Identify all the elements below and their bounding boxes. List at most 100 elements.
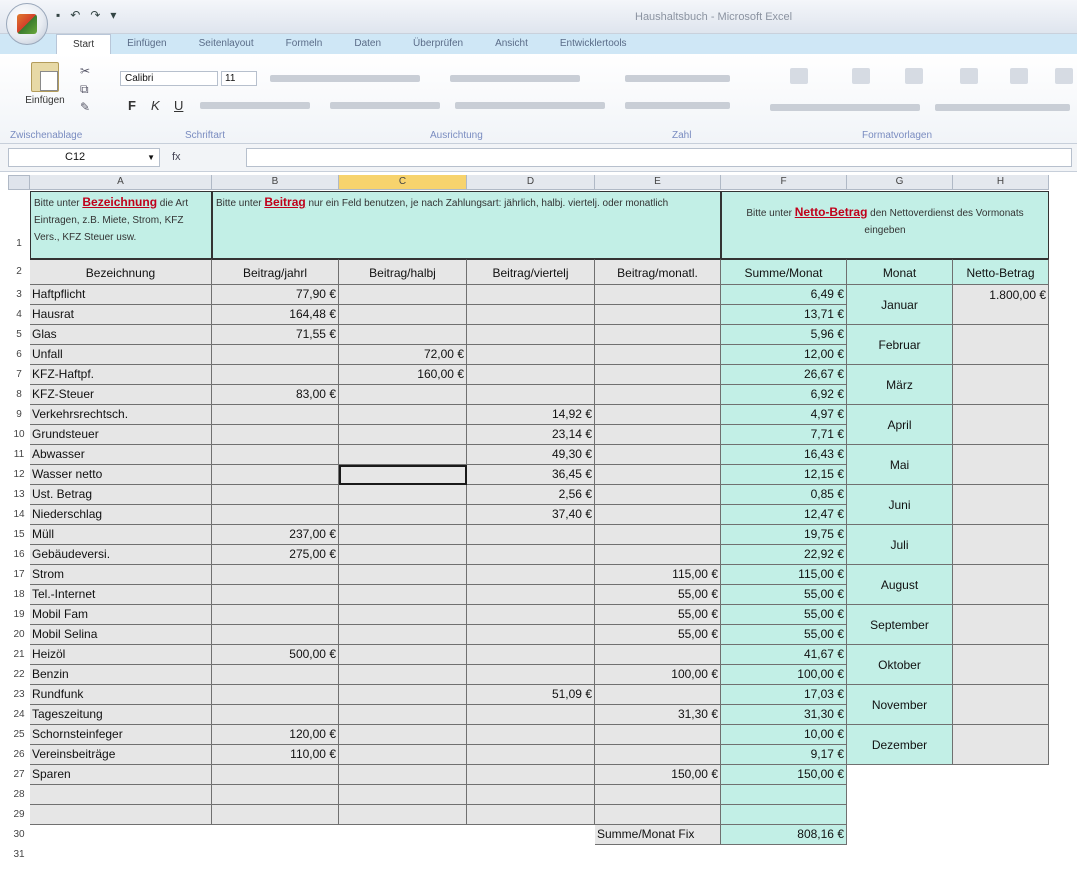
- month-12[interactable]: Dezember: [847, 725, 953, 765]
- month-6[interactable]: Juni: [847, 485, 953, 525]
- cell-b23[interactable]: [212, 685, 339, 705]
- netto-8[interactable]: [953, 565, 1049, 605]
- row-header-4[interactable]: 4: [8, 305, 30, 325]
- cell-c4[interactable]: [339, 305, 467, 325]
- cell-d21[interactable]: [467, 645, 595, 665]
- cell-a19[interactable]: Mobil Fam: [30, 605, 212, 625]
- cell-a18[interactable]: Tel.-Internet: [30, 585, 212, 605]
- cell-c18[interactable]: [339, 585, 467, 605]
- cell-a3[interactable]: Haftpflicht: [30, 285, 212, 305]
- tab-einfuegen[interactable]: Einfügen: [111, 34, 182, 54]
- formula-input[interactable]: [246, 148, 1072, 167]
- row-header-26[interactable]: 26: [8, 745, 30, 765]
- tab-entwicklertools[interactable]: Entwicklertools: [544, 34, 643, 54]
- row-header-29[interactable]: 29: [8, 805, 30, 825]
- column-header-f[interactable]: F: [721, 175, 847, 190]
- cell-e28[interactable]: [595, 785, 721, 805]
- header-b[interactable]: Beitrag/jahrl: [212, 259, 339, 285]
- row-header-31[interactable]: 31: [8, 845, 30, 865]
- cell-d5[interactable]: [467, 325, 595, 345]
- cell-f23[interactable]: 17,03 €: [721, 685, 847, 705]
- cell-c11[interactable]: [339, 445, 467, 465]
- row-header-20[interactable]: 20: [8, 625, 30, 645]
- cell-f21[interactable]: 41,67 €: [721, 645, 847, 665]
- cell-f25[interactable]: 10,00 €: [721, 725, 847, 745]
- cell-f26[interactable]: 9,17 €: [721, 745, 847, 765]
- row-header-3[interactable]: 3: [8, 285, 30, 305]
- header-h[interactable]: Netto-Betrag: [953, 259, 1049, 285]
- select-all-corner[interactable]: [8, 175, 30, 190]
- row-header-7[interactable]: 7: [8, 365, 30, 385]
- cell-c10[interactable]: [339, 425, 467, 445]
- cell-d10[interactable]: 23,14 €: [467, 425, 595, 445]
- header-d[interactable]: Beitrag/viertelj: [467, 259, 595, 285]
- cell-c21[interactable]: [339, 645, 467, 665]
- cell-b21[interactable]: 500,00 €: [212, 645, 339, 665]
- cell-a25[interactable]: Schornsteinfeger: [30, 725, 212, 745]
- cell-d18[interactable]: [467, 585, 595, 605]
- insert-cells-icon[interactable]: [960, 68, 978, 84]
- cell-b22[interactable]: [212, 665, 339, 685]
- cell-f10[interactable]: 7,71 €: [721, 425, 847, 445]
- column-header-g[interactable]: G: [847, 175, 953, 190]
- cell-c12[interactable]: [339, 465, 467, 485]
- cell-c19[interactable]: [339, 605, 467, 625]
- cell-f6[interactable]: 12,00 €: [721, 345, 847, 365]
- cell-d19[interactable]: [467, 605, 595, 625]
- cell-a28[interactable]: [30, 785, 212, 805]
- row-header-5[interactable]: 5: [8, 325, 30, 345]
- cell-b17[interactable]: [212, 565, 339, 585]
- cell-b20[interactable]: [212, 625, 339, 645]
- cell-e24[interactable]: 31,30 €: [595, 705, 721, 725]
- cell-c15[interactable]: [339, 525, 467, 545]
- cell-f9[interactable]: 4,97 €: [721, 405, 847, 425]
- font-grow-controls[interactable]: [270, 75, 420, 82]
- alignment-controls[interactable]: [330, 102, 440, 109]
- cell-c26[interactable]: [339, 745, 467, 765]
- cell-b18[interactable]: [212, 585, 339, 605]
- cut-icon[interactable]: ✂: [80, 62, 90, 80]
- cell-e9[interactable]: [595, 405, 721, 425]
- netto-12[interactable]: [953, 725, 1049, 765]
- cell-f22[interactable]: 100,00 €: [721, 665, 847, 685]
- cell-f20[interactable]: 55,00 €: [721, 625, 847, 645]
- cell-e8[interactable]: [595, 385, 721, 405]
- cell-d28[interactable]: [467, 785, 595, 805]
- cell-c17[interactable]: [339, 565, 467, 585]
- column-header-h[interactable]: H: [953, 175, 1049, 190]
- cell-a10[interactable]: Grundsteuer: [30, 425, 212, 445]
- cell-e29[interactable]: [595, 805, 721, 825]
- cell-e16[interactable]: [595, 545, 721, 565]
- cell-b4[interactable]: 164,48 €: [212, 305, 339, 325]
- cell-c8[interactable]: [339, 385, 467, 405]
- chevron-down-icon[interactable]: ▼: [147, 149, 155, 166]
- cell-b10[interactable]: [212, 425, 339, 445]
- netto-1[interactable]: 1.800,00 €: [953, 285, 1049, 325]
- cell-e21[interactable]: [595, 645, 721, 665]
- cell-a8[interactable]: KFZ-Steuer: [30, 385, 212, 405]
- cell-b24[interactable]: [212, 705, 339, 725]
- cell-a13[interactable]: Ust. Betrag: [30, 485, 212, 505]
- cell-b16[interactable]: 275,00 €: [212, 545, 339, 565]
- redo-icon[interactable]: ↷: [90, 8, 100, 22]
- cell-a16[interactable]: Gebäudeversi.: [30, 545, 212, 565]
- cell-c23[interactable]: [339, 685, 467, 705]
- column-header-b[interactable]: B: [212, 175, 339, 190]
- cell-f28[interactable]: [721, 785, 847, 805]
- wrap-text-control[interactable]: [450, 75, 580, 82]
- column-header-e[interactable]: E: [595, 175, 721, 190]
- month-9[interactable]: September: [847, 605, 953, 645]
- cell-b25[interactable]: 120,00 €: [212, 725, 339, 745]
- cell-c27[interactable]: [339, 765, 467, 785]
- column-header-d[interactable]: D: [467, 175, 595, 190]
- cell-d7[interactable]: [467, 365, 595, 385]
- number-format-buttons[interactable]: [625, 102, 730, 109]
- tab-ueberpruefen[interactable]: Überprüfen: [397, 34, 479, 54]
- row-header-16[interactable]: 16: [8, 545, 30, 565]
- save-icon[interactable]: ▪: [56, 8, 60, 22]
- office-button[interactable]: [6, 3, 48, 45]
- row-header-14[interactable]: 14: [8, 505, 30, 525]
- italic-button[interactable]: K: [151, 98, 163, 113]
- row-header-13[interactable]: 13: [8, 485, 30, 505]
- number-format-select[interactable]: [625, 75, 730, 82]
